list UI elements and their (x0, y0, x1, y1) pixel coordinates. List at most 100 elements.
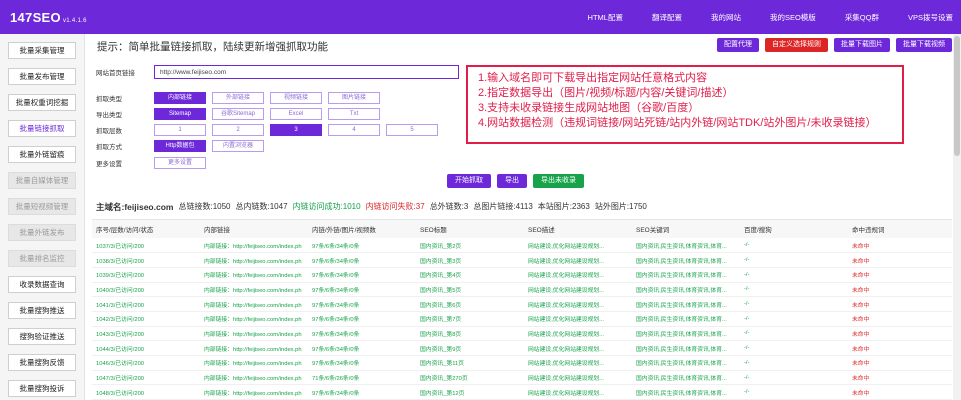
cell-title: 国内资讯_第12页 (416, 384, 524, 400)
layer-option-1[interactable]: 1 (154, 124, 206, 136)
sidebar-item-collect[interactable]: 批量采集管理 (8, 42, 76, 59)
export-type-txt[interactable]: Txt (328, 108, 380, 120)
custom-rule-button[interactable]: 自定义选择规则 (765, 38, 828, 52)
cell-link: 内部链接：http://feijiseo.com/index.ph (200, 282, 308, 298)
download-images-button[interactable]: 批量下载图片 (834, 38, 890, 52)
url-label: 网站首页链接 (96, 70, 135, 77)
cell-counts: 97条/6条/34条/0条 (308, 267, 416, 283)
table-row[interactable]: 1037/3/已访问/200 内部链接：http://feijiseo.com/i… (92, 238, 952, 254)
cell-counts: 97条/6条/34条/0条 (308, 282, 416, 298)
cell-violation: 未命中 (848, 296, 952, 312)
sidebar-item-backlink-trace[interactable]: 批量外链留痕 (8, 146, 76, 163)
cell-violation: 未命中 (848, 238, 952, 254)
sidebar-item-sogou-push[interactable]: 批量搜狗推送 (8, 302, 76, 319)
cell-index: 1046/3/已访问/200 (92, 355, 200, 371)
cell-baidu-sogou: -/- (740, 370, 848, 386)
export-type-excel[interactable]: Excel (270, 108, 322, 120)
fetch-type-image[interactable]: 图片链接 (328, 92, 380, 104)
main-panel: 提示：简单批量链接抓取，陆续更新增强抓取功能 配置代理 自定义选择规则 批量下载… (92, 34, 952, 400)
method-browser[interactable]: 内置浏览器 (212, 140, 264, 152)
nav-vps-dial[interactable]: VPS拨号设置 (908, 12, 953, 23)
cell-violation: 未命中 (848, 252, 952, 268)
sidebar-item-rank-monitor: 批量排名监控 (8, 250, 76, 267)
sidebar-item-link-crawl[interactable]: 批量链接抓取 (8, 120, 76, 137)
export-unindexed-button[interactable]: 导出未收录 (533, 174, 584, 188)
method-http[interactable]: Http数据包 (154, 140, 206, 152)
table-row[interactable]: 1040/3/已访问/200 内部链接：http://feijiseo.com/i… (92, 282, 952, 298)
cell-counts: 97条/6条/34条/0条 (308, 296, 416, 312)
export-type-sitemap[interactable]: Sitemap (154, 108, 206, 120)
stat-internal-ok: 内链访问成功:1010 (292, 202, 361, 211)
nav-my-sites[interactable]: 我的网站 (711, 12, 741, 23)
cell-baidu-sogou: -/- (740, 326, 848, 342)
sidebar-item-sogou-complaint[interactable]: 批量搜狗投诉 (8, 380, 76, 397)
cell-counts: 97条/6条/34条/0条 (308, 252, 416, 268)
cell-index: 1044/3/已访问/200 (92, 340, 200, 356)
cell-violation: 未命中 (848, 370, 952, 386)
start-crawl-button[interactable]: 开始抓取 (447, 174, 491, 188)
cell-desc: 网站建设,优化网站建设规划... (524, 311, 632, 327)
sidebar-item-sogou-verify[interactable]: 搜狗验证推送 (8, 328, 76, 345)
table-row[interactable]: 1042/3/已访问/200 内部链接：http://feijiseo.com/i… (92, 311, 952, 327)
table-row[interactable]: 1039/3/已访问/200 内部链接：http://feijiseo.com/i… (92, 267, 952, 283)
table-row[interactable]: 1048/3/已访问/200 内部链接：http://feijiseo.com/i… (92, 384, 952, 400)
nav-translate-config[interactable]: 翻译配置 (652, 12, 682, 23)
run-controls: 开始抓取 导出 导出未收录 (447, 174, 590, 188)
layer-option-5[interactable]: 5 (386, 124, 438, 136)
fetch-type-internal[interactable]: 内部链接 (154, 92, 206, 104)
cell-title: 国内资讯_第6页 (416, 296, 524, 312)
sidebar-item-media: 批量自媒体管理 (8, 172, 76, 189)
proxy-config-button[interactable]: 配置代理 (717, 38, 759, 52)
table-row[interactable]: 1041/3/已访问/200 内部链接：http://feijiseo.com/i… (92, 296, 952, 312)
sidebar-item-sogou-feedback[interactable]: 批量搜狗反馈 (8, 354, 76, 371)
top-bar: 147SEO v1.4.1.6 HTML配置 翻译配置 我的网站 我的SEO模版 … (0, 0, 961, 34)
scrollbar-thumb[interactable] (954, 36, 960, 156)
sidebar-item-keyword-mining[interactable]: 批量权重词挖掘 (8, 94, 76, 111)
export-button[interactable]: 导出 (497, 174, 527, 188)
table-header-row: 序号/层数/访问/状态 内部链接 内链/外链/图片/视频数 SEO标题 SEO描… (92, 220, 952, 238)
table-row[interactable]: 1043/3/已访问/200 内部链接：http://feijiseo.com/i… (92, 326, 952, 342)
nav-seo-template[interactable]: 我的SEO模版 (770, 12, 816, 23)
cell-link: 内部链接：http://feijiseo.com/index.ph (200, 355, 308, 371)
brand-logo: 147SEO v1.4.1.6 (0, 10, 92, 25)
cell-title: 国内资讯_第5页 (416, 282, 524, 298)
cell-keywords: 国内资讯,民生资讯,体育资讯,体育... (632, 384, 740, 400)
col-violation: 命中违规词 (848, 220, 952, 238)
layer-option-4[interactable]: 4 (328, 124, 380, 136)
cell-keywords: 国内资讯,民生资讯,体育资讯,体育... (632, 282, 740, 298)
table-row[interactable]: 1047/3/已访问/200 内部链接：http://feijiseo.com/i… (92, 370, 952, 386)
stat-internal-links: 总内链数:1047 (235, 202, 288, 211)
cell-desc: 网站建设,优化网站建设规划... (524, 384, 632, 400)
sidebar-item-index-query[interactable]: 收录数据查询 (8, 276, 76, 293)
url-row: 网站首页链接 (96, 65, 459, 79)
cell-desc: 网站建设,优化网站建设规划... (524, 326, 632, 342)
cell-counts: 71条/6条/26条/0条 (308, 370, 416, 386)
cell-counts: 97条/6条/34条/0条 (308, 355, 416, 371)
stat-internal-fail: 内链访问失败:37 (365, 202, 425, 211)
cell-baidu-sogou: -/- (740, 340, 848, 356)
table-row[interactable]: 1046/3/已访问/200 内部链接：http://feijiseo.com/i… (92, 355, 952, 371)
download-videos-button[interactable]: 批量下载视频 (896, 38, 952, 52)
site-url-input[interactable] (154, 65, 459, 79)
col-index: 序号/层数/访问/状态 (92, 220, 200, 238)
sidebar-item-publish[interactable]: 批量发布管理 (8, 68, 76, 85)
table-row[interactable]: 1038/3/已访问/200 内部链接：http://feijiseo.com/i… (92, 252, 952, 268)
cell-title: 国内资讯_第8页 (416, 326, 524, 342)
nav-html-config[interactable]: HTML配置 (588, 12, 623, 23)
brand-name: 147SEO (10, 9, 61, 25)
layer-option-2[interactable]: 2 (212, 124, 264, 136)
fetch-type-label: 抓取类型 (96, 96, 122, 103)
cell-index: 1047/3/已访问/200 (92, 370, 200, 386)
table-row[interactable]: 1044/3/已访问/200 内部链接：http://feijiseo.com/i… (92, 340, 952, 356)
export-type-google-sitemap[interactable]: 谷歌Sitemap (212, 108, 264, 120)
nav-qq-group[interactable]: 采集QQ群 (845, 12, 879, 23)
more-settings-button[interactable]: 更多设置 (154, 157, 206, 169)
callout-line-1: 1.输入域名即可下载导出指定网站任意格式内容 (478, 72, 708, 84)
layer-option-3[interactable]: 3 (270, 124, 322, 136)
cell-desc: 网站建设,优化网站建设规划... (524, 252, 632, 268)
cell-counts: 97条/6条/34条/0条 (308, 238, 416, 254)
cell-link: 内部链接：http://feijiseo.com/index.ph (200, 340, 308, 356)
fetch-type-external[interactable]: 外部链接 (212, 92, 264, 104)
cell-index: 1042/3/已访问/200 (92, 311, 200, 327)
fetch-type-video[interactable]: 视频链接 (270, 92, 322, 104)
